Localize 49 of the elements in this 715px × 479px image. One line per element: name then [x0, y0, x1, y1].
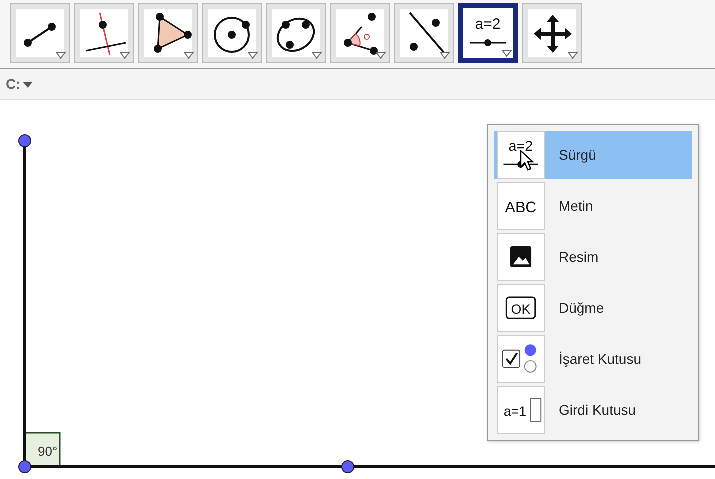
tool-button[interactable] [330, 3, 390, 63]
point[interactable] [18, 460, 32, 474]
point[interactable] [342, 460, 354, 474]
tool-button[interactable] [74, 3, 134, 63]
menu-item[interactable]: OK Düğme [494, 284, 692, 332]
dropdown-triangle-icon [312, 52, 322, 59]
tool-button[interactable] [10, 3, 70, 63]
move-icon [534, 15, 572, 53]
angle-label: 90° [38, 444, 58, 459]
right-angle-mark [24, 432, 61, 468]
checkbox-radio-icon [502, 344, 537, 373]
tool-button[interactable] [266, 3, 326, 63]
style-bar-label[interactable]: C: [6, 76, 21, 92]
slider-track-icon [470, 40, 506, 46]
dropdown-triangle-icon [120, 52, 130, 59]
icon-text: ABC [505, 200, 537, 217]
dropdown-triangle-icon [248, 52, 258, 59]
icon-text: a=1 [504, 404, 527, 419]
ellipse-icon [276, 18, 316, 52]
caret-icon[interactable] [22, 82, 33, 88]
image-icon [510, 246, 532, 268]
tool-button[interactable] [394, 3, 454, 63]
tool-button[interactable] [138, 3, 198, 63]
tool-icon-text: a=2 [475, 16, 501, 33]
input-box-icon [530, 398, 542, 422]
circle-icon [214, 17, 250, 53]
menu-item[interactable]: Resim [494, 233, 692, 281]
perpendicular-lines-icon [86, 12, 126, 56]
dropdown-triangle-icon [56, 52, 66, 59]
angle-icon [344, 13, 378, 55]
mouse-cursor-icon [520, 150, 534, 172]
menu-item[interactable]: a=1 Girdi Kutusu [494, 386, 692, 434]
dropdown-triangle-icon [440, 52, 450, 59]
menu-item[interactable]: İşaret Kutusu [494, 335, 692, 383]
segment-icon [24, 23, 56, 47]
icon-text: OK [511, 302, 531, 317]
menu-item[interactable]: ABC Metin [494, 182, 692, 230]
dropdown-triangle-icon [376, 52, 386, 59]
icon-text: a=2 [508, 139, 534, 156]
menu-item[interactable]: a=2 Sürgü [494, 131, 692, 179]
dropdown-triangle-icon [184, 52, 194, 59]
triangle-icon [154, 13, 192, 53]
tool-button[interactable] [522, 3, 582, 63]
tool-button[interactable] [202, 3, 262, 63]
button-outline-icon [506, 296, 536, 320]
dropdown-triangle-icon [502, 50, 512, 57]
tool-button[interactable]: a=2 [458, 3, 518, 63]
point[interactable] [18, 134, 32, 148]
dropdown-triangle-icon [568, 52, 578, 59]
